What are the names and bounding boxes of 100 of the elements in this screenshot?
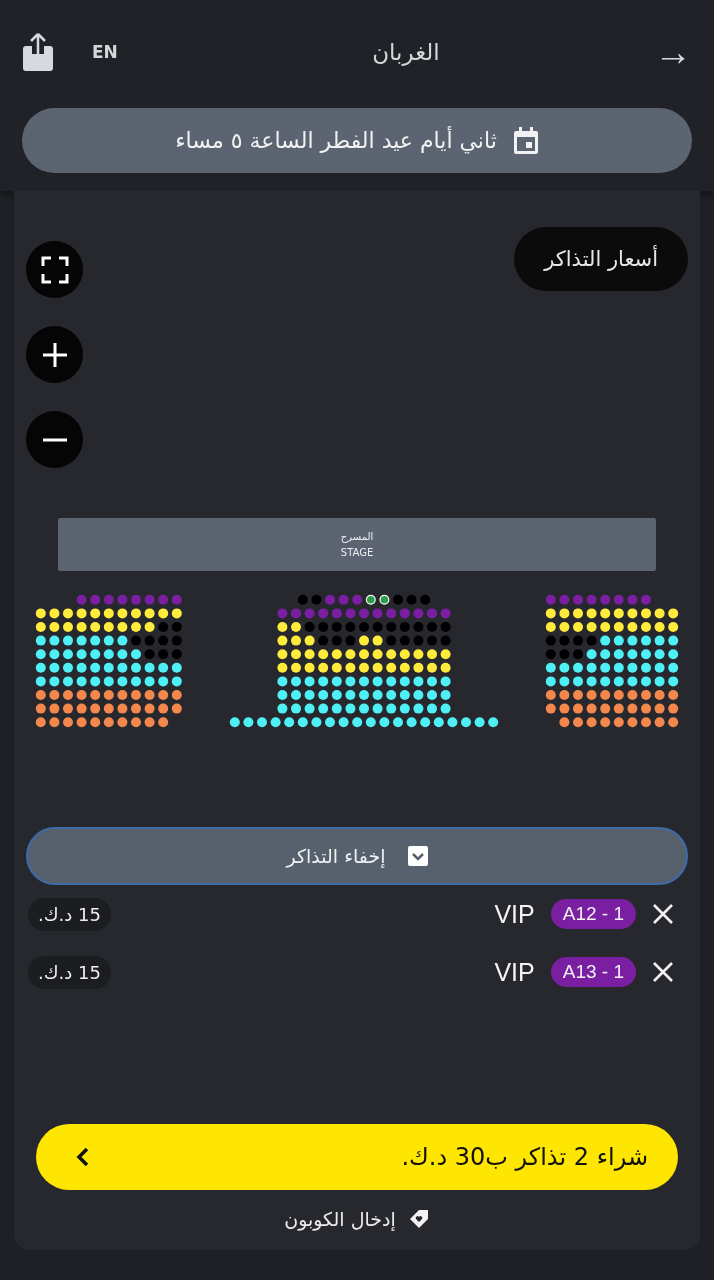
seat[interactable] [158,690,169,700]
seat[interactable] [90,635,101,646]
seat[interactable] [304,635,315,646]
seat[interactable] [440,690,451,700]
seat[interactable] [613,703,624,714]
seat[interactable] [613,717,624,728]
seat[interactable] [600,608,611,619]
seat[interactable] [600,622,611,632]
seat[interactable] [573,608,583,619]
seat[interactable] [63,622,73,632]
seat[interactable] [586,676,597,687]
seat[interactable] [413,703,424,714]
seat[interactable] [103,690,114,700]
seat[interactable] [76,717,87,728]
seat[interactable] [399,690,410,700]
seat[interactable] [63,649,73,660]
seat[interactable] [290,649,301,660]
seat[interactable] [545,662,556,673]
seat[interactable] [559,608,570,619]
seat[interactable] [654,690,665,700]
seat[interactable] [331,690,342,700]
seat[interactable] [277,662,288,673]
seat[interactable] [304,662,315,673]
seat[interactable] [641,676,651,687]
seat[interactable] [318,703,328,714]
seat[interactable] [545,622,556,632]
seat[interactable] [399,662,410,673]
seat[interactable] [324,717,335,728]
seat[interactable] [386,676,396,687]
seat[interactable] [586,690,597,700]
seat[interactable] [76,608,87,619]
seat[interactable] [641,608,651,619]
seat[interactable] [103,608,114,619]
seat[interactable] [117,703,128,714]
seat[interactable] [654,676,665,687]
seat[interactable] [117,635,128,646]
seat[interactable] [627,703,638,714]
seat[interactable] [654,662,665,673]
seat[interactable] [600,662,611,673]
seat[interactable] [103,676,114,687]
seat[interactable] [399,676,410,687]
seat[interactable] [131,703,141,714]
seat[interactable] [613,676,624,687]
seat[interactable] [668,622,679,632]
seat[interactable] [627,608,638,619]
seat[interactable] [117,662,128,673]
seat[interactable] [49,703,60,714]
seat[interactable] [49,662,60,673]
seat[interactable] [277,703,288,714]
seat[interactable] [304,690,315,700]
seat[interactable] [171,676,182,687]
seat[interactable] [654,608,665,619]
seat[interactable] [131,662,141,673]
seat[interactable] [586,622,597,632]
seat[interactable] [379,717,390,728]
seat[interactable] [613,608,624,619]
seat[interactable] [420,717,430,728]
seat[interactable] [559,622,570,632]
seat[interactable] [668,662,679,673]
seat[interactable] [338,717,349,728]
seat[interactable] [413,649,424,660]
seat[interactable] [63,635,73,646]
seat[interactable] [144,662,155,673]
seat[interactable] [545,676,556,687]
seat[interactable] [613,635,624,646]
selected-seat[interactable] [365,594,376,605]
seat[interactable] [331,662,342,673]
coupon-link[interactable]: إدخال الكوبون [284,1208,430,1230]
seat[interactable] [90,662,101,673]
seat[interactable] [76,622,87,632]
seat[interactable] [76,635,87,646]
seat[interactable] [103,703,114,714]
seat[interactable] [559,676,570,687]
seat[interactable] [144,608,155,619]
language-button[interactable]: EN [92,42,118,62]
seat[interactable] [668,635,679,646]
seat[interactable] [627,662,638,673]
seat[interactable] [627,649,638,660]
seat[interactable] [586,717,597,728]
seat[interactable] [406,717,417,728]
seat[interactable] [63,717,73,728]
seat[interactable] [171,690,182,700]
zoom-out-button[interactable] [26,411,83,468]
seat[interactable] [117,622,128,632]
date-selector[interactable]: ثاني أيام عيد الفطر الساعة ٥ مساء [22,108,692,173]
seat[interactable] [460,717,471,728]
seat[interactable] [49,690,60,700]
seat[interactable] [144,622,155,632]
seat[interactable] [76,649,87,660]
seat[interactable] [668,703,679,714]
seat[interactable] [440,662,451,673]
seat[interactable] [399,649,410,660]
seat[interactable] [413,662,424,673]
seat[interactable] [586,608,597,619]
seat[interactable] [318,649,328,660]
seat[interactable] [90,608,101,619]
seat[interactable] [304,649,315,660]
seat[interactable] [641,717,651,728]
seat[interactable] [76,662,87,673]
seat[interactable] [654,635,665,646]
